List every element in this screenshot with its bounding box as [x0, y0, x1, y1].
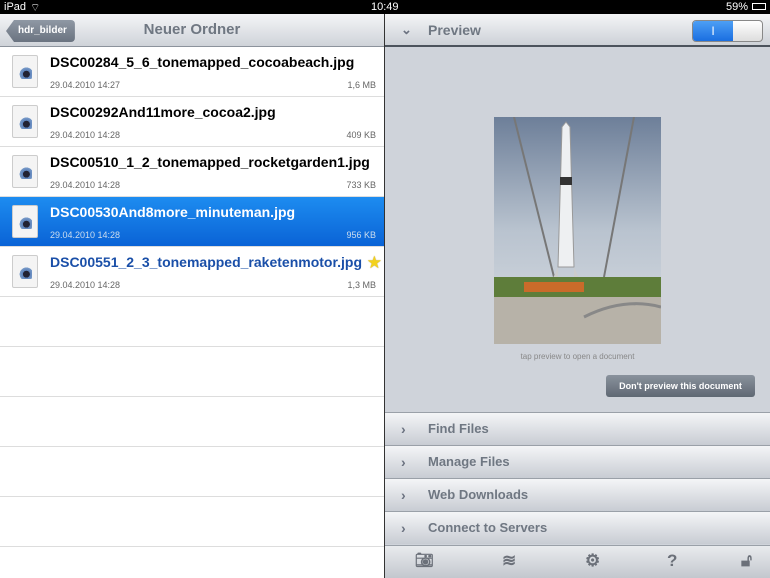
gear-icon[interactable]: ⚙: [585, 551, 600, 571]
section-label: Connect to Servers: [428, 520, 548, 535]
file-name: DSC00551_2_3_tonemapped_raketenmotor.jpg: [50, 254, 363, 270]
file-name: DSC00292And11more_cocoa2.jpg: [50, 104, 276, 120]
section-label: Web Downloads: [428, 487, 529, 502]
chevron-right-icon: ›: [401, 421, 406, 437]
preview-header[interactable]: ⌄ Preview I: [385, 14, 770, 47]
battery-icon: [752, 3, 766, 10]
image-file-icon: [12, 255, 38, 288]
chevron-right-icon: ›: [401, 454, 406, 470]
file-row[interactable]: DSC00530And8more_minuteman.jpg 29.04.201…: [0, 197, 384, 247]
file-row[interactable]: DSC00551_2_3_tonemapped_raketenmotor.jpg…: [0, 247, 384, 297]
file-name: DSC00284_5_6_tonemapped_cocoabeach.jpg: [50, 54, 355, 70]
preview-toggle[interactable]: I: [692, 20, 763, 42]
wifi-status-icon: ⌔: [30, 2, 41, 14]
image-file-icon: [12, 155, 38, 188]
clock: 10:49: [371, 1, 399, 13]
empty-row: [0, 397, 384, 447]
chevron-right-icon: ›: [401, 520, 406, 536]
nav-bar: hdr_bilder Neuer Ordner: [0, 14, 384, 47]
empty-row: [0, 497, 384, 547]
image-file-icon: [12, 205, 38, 238]
file-date: 29.04.2010 14:28: [50, 180, 121, 190]
device-label: iPad: [4, 1, 27, 13]
section-connect-to-servers[interactable]: › Connect to Servers: [385, 511, 770, 544]
chevron-down-icon: ⌄: [401, 22, 412, 37]
file-row[interactable]: DSC00510_1_2_tonemapped_rocketgarden1.jp…: [0, 147, 384, 197]
section-label: Manage Files: [428, 454, 510, 469]
file-row[interactable]: DSC00284_5_6_tonemapped_cocoabeach.jpg 2…: [0, 47, 384, 97]
file-name: DSC00510_1_2_tonemapped_rocketgarden1.jp…: [50, 154, 370, 170]
file-size: 1,3 MB: [347, 280, 376, 290]
file-list-panel: hdr_bilder Neuer Ordner DSC00284_5_6_ton…: [0, 14, 384, 578]
file-list: DSC00284_5_6_tonemapped_cocoabeach.jpg 2…: [0, 47, 384, 547]
section-label: Find Files: [428, 421, 489, 436]
file-date: 29.04.2010 14:28: [50, 130, 121, 140]
battery-percent: 59%: [725, 1, 748, 13]
preview-image[interactable]: [494, 117, 661, 344]
section-manage-files[interactable]: › Manage Files: [385, 445, 770, 478]
file-date: 29.04.2010 14:27: [50, 80, 121, 90]
section-web-downloads[interactable]: › Web Downloads: [385, 478, 770, 511]
camera-icon[interactable]: 📷︎: [415, 551, 434, 569]
preview-panel: ⌄ Preview I tap preview to open a docume…: [385, 14, 770, 578]
empty-row: [0, 447, 384, 497]
unlock-icon[interactable]: 🔓︎: [741, 551, 752, 571]
file-date: 29.04.2010 14:28: [50, 280, 121, 290]
star-icon[interactable]: ★: [367, 253, 382, 273]
file-size: 956 KB: [346, 230, 376, 240]
section-find-files[interactable]: › Find Files: [385, 412, 770, 445]
bottom-toolbar: 📷︎ ≋ ⚙ ? 🔓︎: [385, 545, 770, 578]
preview-hint: tap preview to open a document: [520, 352, 635, 361]
status-bar: iPad ⌔ 10:49 59%: [0, 0, 770, 14]
chevron-right-icon: ›: [401, 487, 406, 503]
file-size: 1,6 MB: [347, 80, 376, 90]
image-file-icon: [12, 55, 38, 88]
help-icon[interactable]: ?: [667, 551, 677, 571]
preview-title: Preview: [428, 22, 481, 38]
image-file-icon: [12, 105, 38, 138]
file-size: 409 KB: [346, 130, 376, 140]
toggle-on: I: [693, 21, 733, 41]
page-title: Neuer Ordner: [143, 21, 241, 38]
file-size: 733 KB: [346, 180, 376, 190]
file-name: DSC00530And8more_minuteman.jpg: [50, 204, 296, 220]
empty-row: [0, 297, 384, 347]
wifi-icon[interactable]: ≋: [502, 551, 516, 571]
file-date: 29.04.2010 14:28: [50, 230, 121, 240]
dont-preview-button[interactable]: Don't preview this document: [606, 375, 755, 397]
empty-row: [0, 347, 384, 397]
file-row[interactable]: DSC00292And11more_cocoa2.jpg 29.04.2010 …: [0, 97, 384, 147]
